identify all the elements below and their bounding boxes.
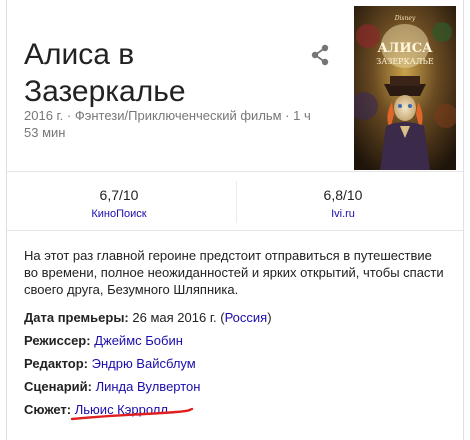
- fact-editor: Редактор: Эндрю Вайсблум: [24, 355, 196, 372]
- divider-middle: [7, 230, 463, 231]
- director-link[interactable]: Джеймс Бобин: [94, 333, 183, 348]
- poster-title-line1: АЛИСА: [377, 41, 433, 56]
- paren-close: ): [267, 310, 272, 325]
- rating-kinopoisk: 6,7/10 КиноПоиск: [44, 186, 194, 222]
- panel-left-border: [6, 0, 7, 440]
- fact-label: Сюжет:: [24, 402, 72, 417]
- ratings-divider: [236, 181, 237, 223]
- movie-meta: 2016 г. · Фэнтези/Приключенческий фильм …: [24, 108, 311, 140]
- fact-label: Режиссер:: [24, 333, 91, 348]
- knowledge-panel: Алиса в Зазеркалье 2016 г. · Фэнтези/При…: [0, 0, 470, 440]
- fact-label: Сценарий:: [24, 379, 92, 394]
- premiere-country-link[interactable]: Россия: [225, 310, 268, 325]
- fact-director: Режиссер: Джеймс Бобин: [24, 332, 183, 349]
- movie-poster[interactable]: Disney АЛИСА ЗАЗЕРКАЛЬЕ: [354, 6, 456, 170]
- editor-link[interactable]: Эндрю Вайсблум: [92, 356, 196, 371]
- movie-description: На этот раз главной героине предстоит от…: [24, 248, 444, 297]
- rating-ivi: 6,8/10 Ivi.ru: [268, 186, 418, 222]
- rating-value: 6,7/10: [99, 187, 139, 203]
- rating-value: 6,8/10: [323, 187, 363, 203]
- poster-title-line2: ЗАЗЕРКАЛЬЕ: [376, 57, 434, 66]
- writer-link[interactable]: Линда Вулвертон: [96, 379, 201, 394]
- fact-label: Дата премьеры:: [24, 310, 129, 325]
- fact-premiere: Дата премьеры: 26 мая 2016 г. (Россия): [24, 309, 272, 326]
- fact-value: 26 мая 2016 г.: [132, 310, 217, 325]
- panel-right-border: [463, 0, 464, 440]
- divider-top: [7, 171, 463, 172]
- fact-label: Редактор:: [24, 356, 88, 371]
- share-icon[interactable]: [310, 44, 330, 66]
- rating-source-link[interactable]: КиноПоиск: [91, 206, 146, 222]
- rating-source-link[interactable]: Ivi.ru: [331, 206, 355, 222]
- movie-title: Алиса в Зазеркалье: [24, 38, 186, 108]
- red-underline-annotation: [70, 407, 194, 421]
- poster-brand: Disney: [394, 15, 416, 22]
- fact-writer: Сценарий: Линда Вулвертон: [24, 378, 200, 395]
